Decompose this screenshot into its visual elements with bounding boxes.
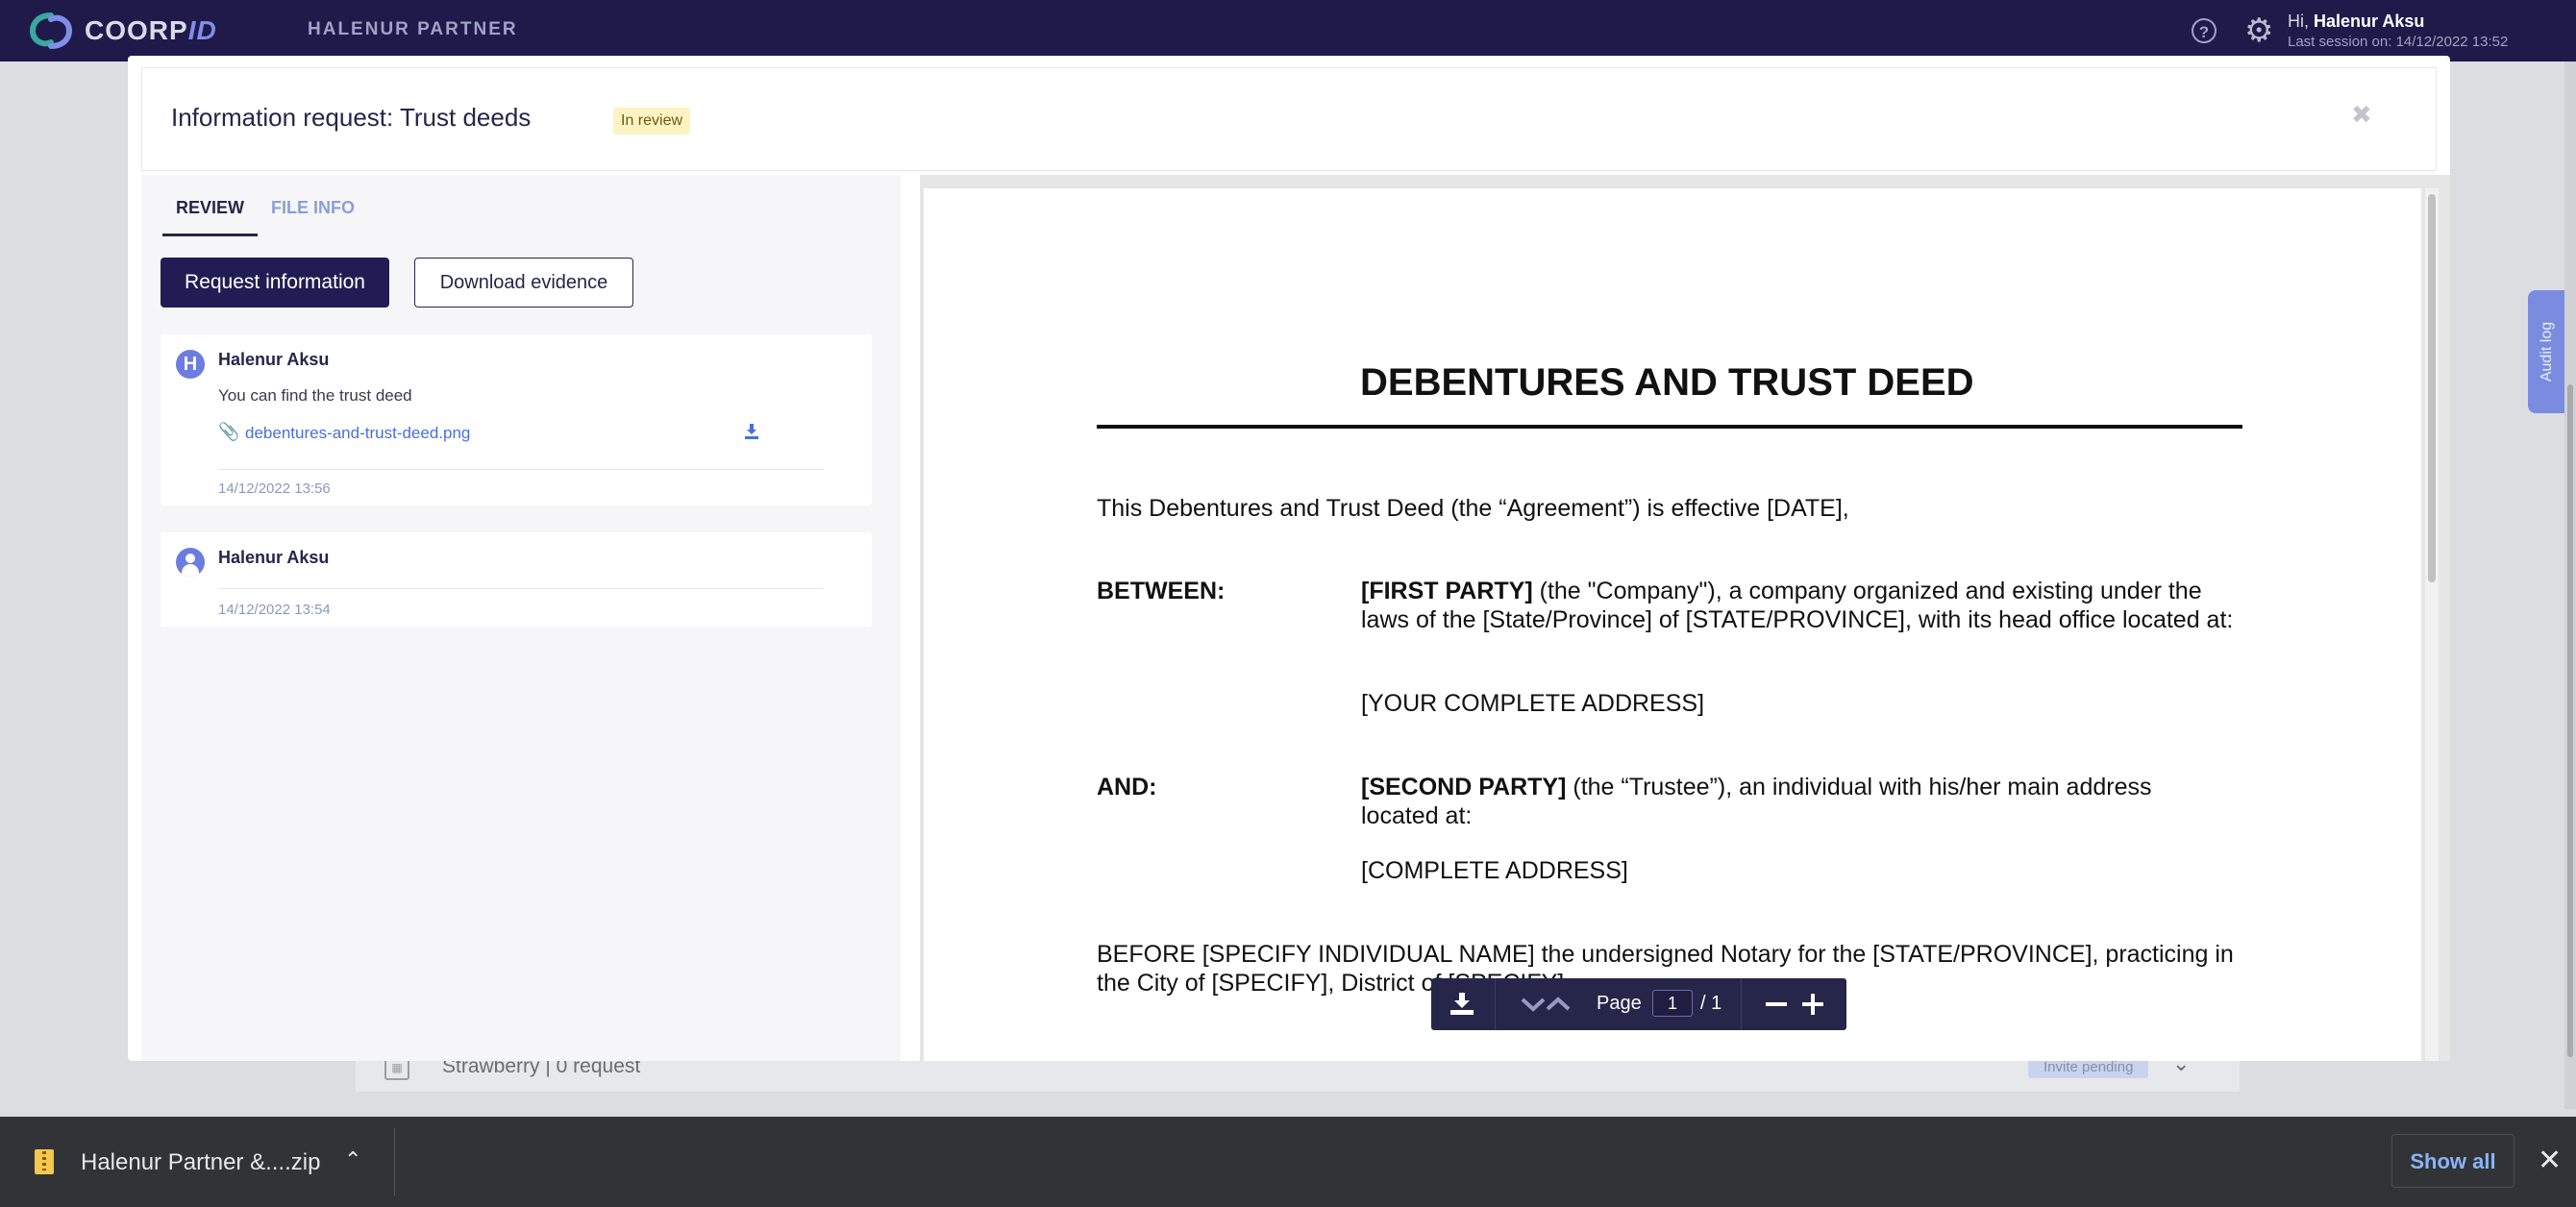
last-session: Last session on: 14/12/2022 13:52 [2288,34,2509,50]
download-shelf: Halenur Partner &....zip ⌃ Show all ✕ [0,1117,2576,1207]
and-label: AND: [1097,774,1157,801]
first-party-paragraph: [FIRST PARTY] (the "Company"), a company… [1361,578,2234,633]
message-card: Halenur Aksu 14/12/2022 13:54 [161,532,872,627]
audit-log-tab[interactable]: Audit log [2528,290,2566,413]
download-icon[interactable] [1449,992,1475,1017]
zoom-in-icon[interactable] [1802,994,1823,1015]
avatar: H [176,350,205,379]
coorpid-logo-icon [29,12,73,49]
message-author: Halenur Aksu [218,548,330,567]
top-navigation-bar: COORPID HALENUR PARTNER ? ⚙ Hi, Halenur … [0,0,2576,62]
modal-title: Information request: Trust deeds [171,103,532,132]
chevron-down-icon[interactable] [1520,996,1547,1013]
second-party-paragraph: [SECOND PARTY] (the “Trustee”), an indiv… [1361,774,2152,829]
document-viewer: DEBENTURES AND TRUST DEED This Debenture… [920,175,2450,1061]
paperclip-icon: 📎 [218,422,240,441]
status-badge: In review [613,108,691,135]
message-author: Halenur Aksu [218,350,330,369]
close-icon[interactable]: ✕ [2538,1144,2562,1177]
request-information-button[interactable]: Request information [161,258,389,308]
help-icon[interactable]: ? [2192,18,2217,43]
tab-file-info[interactable]: FILE INFO [258,192,368,236]
review-panel: REVIEW FILE INFO Request information Dow… [141,175,901,1061]
divider [394,1128,395,1195]
document-intro: This Debentures and Trust Deed (the “Agr… [1097,495,1849,522]
page-scrollbar-thumb[interactable] [2567,384,2573,1057]
between-label: BETWEEN: [1097,578,1226,604]
document-title: DEBENTURES AND TRUST DEED [1360,361,1974,404]
user-info[interactable]: Hi, Halenur Aksu Last session on: 14/12/… [2288,12,2508,50]
page-number-input[interactable] [1652,990,1693,1017]
second-party-address: [COMPLETE ADDRESS] [1361,857,1628,884]
chevron-up-icon[interactable]: ⌃ [344,1147,361,1172]
avatar [176,548,205,577]
user-greeting: Hi, Halenur Aksu [2288,12,2425,31]
message-timestamp: 14/12/2022 13:56 [218,480,331,497]
chevron-up-icon[interactable] [1545,996,1572,1013]
divider [218,469,824,470]
close-icon[interactable]: ✖ [2351,101,2372,130]
zip-file-icon [35,1149,54,1174]
attachment-link[interactable]: debentures-and-trust-deed.png [245,424,470,443]
divider [1097,425,2242,429]
divider [218,588,824,589]
company-name: HALENUR PARTNER [308,19,518,39]
tab-review[interactable]: REVIEW [162,192,259,236]
gear-icon[interactable]: ⚙ [2244,14,2273,47]
pdf-toolbar: Page / 1 [1431,978,1846,1030]
user-name: Halenur Aksu [2314,12,2425,31]
information-request-modal: Information request: Trust deeds In revi… [128,56,2450,1061]
user-icon [186,554,195,563]
viewer-scrollbar-thumb[interactable] [2428,194,2436,582]
app-logo[interactable]: COORPID [29,12,217,50]
first-party-address: [YOUR COMPLETE ADDRESS] [1361,690,1705,717]
zoom-out-icon[interactable] [1766,996,1787,1013]
modal-tabs: REVIEW FILE INFO [162,192,368,236]
document-page[interactable]: DEBENTURES AND TRUST DEED This Debenture… [924,188,2421,1061]
message-timestamp: 14/12/2022 13:54 [218,602,331,618]
page-label: Page [1597,993,1642,1014]
message-text: You can find the trust deed [218,386,412,405]
download-icon[interactable] [743,423,760,440]
modal-header: Information request: Trust deeds In revi… [141,67,2437,171]
message-card: H Halenur Aksu You can find the trust de… [161,334,872,505]
brand-name: COORPID [85,15,217,45]
page-total: / 1 [1700,993,1722,1014]
download-item-name[interactable]: Halenur Partner &....zip [81,1149,320,1176]
download-evidence-button[interactable]: Download evidence [414,258,633,308]
show-all-button[interactable]: Show all [2391,1134,2514,1188]
audit-log-label: Audit log [2539,321,2555,382]
